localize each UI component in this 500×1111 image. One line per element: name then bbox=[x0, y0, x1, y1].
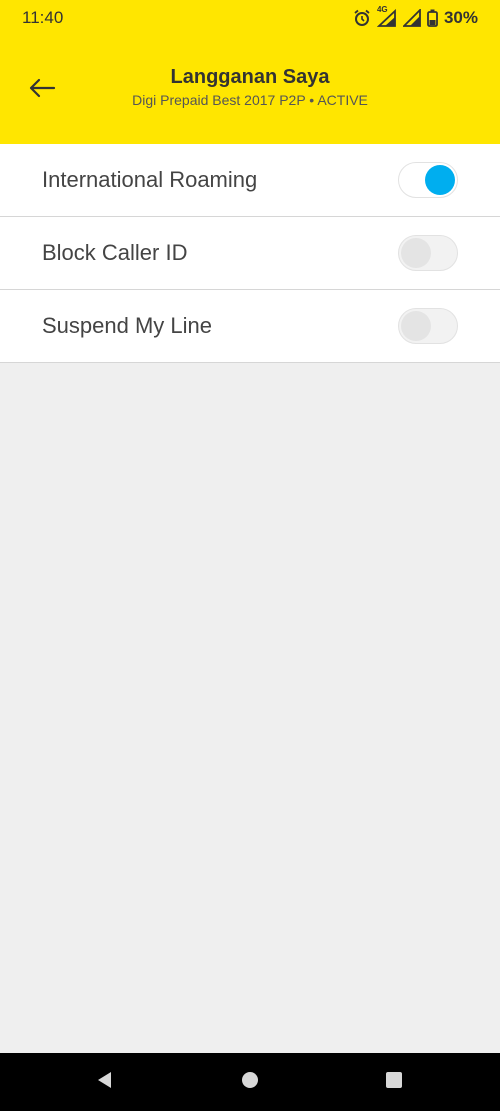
status-time: 11:40 bbox=[22, 8, 64, 27]
status-icons: 4G 30% bbox=[353, 5, 478, 28]
setting-row-block-caller-id: Block Caller ID bbox=[0, 217, 500, 290]
network-label: 4G bbox=[376, 5, 388, 14]
app-header: 11:40 4G 30% Langganan Saya Digi Prepaid… bbox=[0, 0, 500, 144]
battery-icon bbox=[427, 9, 438, 27]
setting-label: Block Caller ID bbox=[42, 240, 188, 265]
block-caller-id-toggle[interactable] bbox=[398, 235, 458, 271]
suspend-my-line-toggle[interactable] bbox=[398, 308, 458, 344]
settings-list: International Roaming Block Caller ID Su… bbox=[0, 144, 500, 363]
setting-label: International Roaming bbox=[42, 167, 258, 192]
toggle-knob bbox=[401, 238, 431, 268]
battery-level: 30% bbox=[443, 8, 478, 27]
circle-home-icon bbox=[240, 1070, 260, 1095]
page-title: Langganan Saya bbox=[170, 66, 330, 88]
alarm-icon bbox=[353, 9, 371, 27]
toggle-knob bbox=[425, 165, 455, 195]
setting-label: Suspend My Line bbox=[42, 313, 212, 338]
title-block: Langganan Saya Digi Prepaid Best 2017 P2… bbox=[60, 64, 440, 110]
status-bar: 11:40 4G 30% bbox=[0, 0, 500, 36]
back-arrow-icon bbox=[28, 78, 56, 103]
nav-home-button[interactable] bbox=[235, 1067, 265, 1097]
page-subtitle: Digi Prepaid Best 2017 P2P • ACTIVE bbox=[132, 92, 368, 108]
triangle-back-icon bbox=[95, 1070, 115, 1095]
system-nav-bar bbox=[0, 1053, 500, 1111]
international-roaming-toggle[interactable] bbox=[398, 162, 458, 198]
setting-row-international-roaming: International Roaming bbox=[0, 144, 500, 217]
signal-icon bbox=[402, 9, 421, 27]
signal-4g-icon: 4G bbox=[376, 5, 397, 27]
nav-back-button[interactable] bbox=[90, 1067, 120, 1097]
back-button[interactable] bbox=[24, 72, 60, 108]
square-recents-icon bbox=[384, 1070, 404, 1095]
nav-recents-button[interactable] bbox=[379, 1067, 409, 1097]
toggle-knob bbox=[401, 311, 431, 341]
setting-row-suspend-my-line: Suspend My Line bbox=[0, 290, 500, 363]
